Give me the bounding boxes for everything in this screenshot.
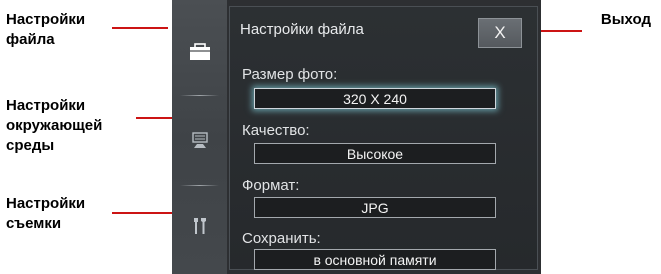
save-location-label: Сохранить:	[242, 230, 321, 247]
leader-line-shooting	[112, 212, 172, 214]
callout-shooting-settings: Настройки съемки	[6, 195, 86, 232]
leader-line-environment	[136, 117, 172, 119]
panel-title: Настройки файла	[240, 21, 364, 38]
callout-environment-settings: Настройки окружающей среды	[6, 97, 103, 154]
quality-label: Качество:	[242, 122, 310, 139]
device-screen: Настройки файла X Размер фото: 320 X 240…	[172, 0, 541, 274]
save-location-select[interactable]: в основной памяти	[254, 249, 496, 270]
settings-sidebar	[172, 0, 227, 274]
callout-exit: Выход	[600, 11, 651, 28]
close-button[interactable]: X	[478, 18, 522, 48]
leader-line-exit	[540, 30, 582, 32]
quality-select[interactable]: Высокое	[254, 143, 496, 164]
monitor-icon	[191, 131, 208, 148]
format-label: Формат:	[242, 177, 300, 194]
file-settings-panel: Настройки файла X Размер фото: 320 X 240…	[229, 6, 538, 270]
photo-size-label: Размер фото:	[242, 66, 338, 83]
tab-environment-settings[interactable]	[172, 110, 227, 170]
sidebar-divider	[180, 185, 219, 186]
leader-line-file	[112, 27, 168, 29]
annotated-screenshot: Настройки файла Настройки окружающей сре…	[0, 0, 661, 274]
folder-icon	[189, 43, 210, 60]
callout-file-settings: Настройки файла	[6, 11, 86, 48]
sidebar-divider	[180, 95, 219, 96]
photo-size-select[interactable]: 320 X 240	[254, 88, 496, 109]
format-select[interactable]: JPG	[254, 197, 496, 218]
tools-icon	[193, 218, 206, 234]
tab-file-settings[interactable]	[172, 22, 227, 82]
tab-shooting-settings[interactable]	[172, 196, 227, 256]
